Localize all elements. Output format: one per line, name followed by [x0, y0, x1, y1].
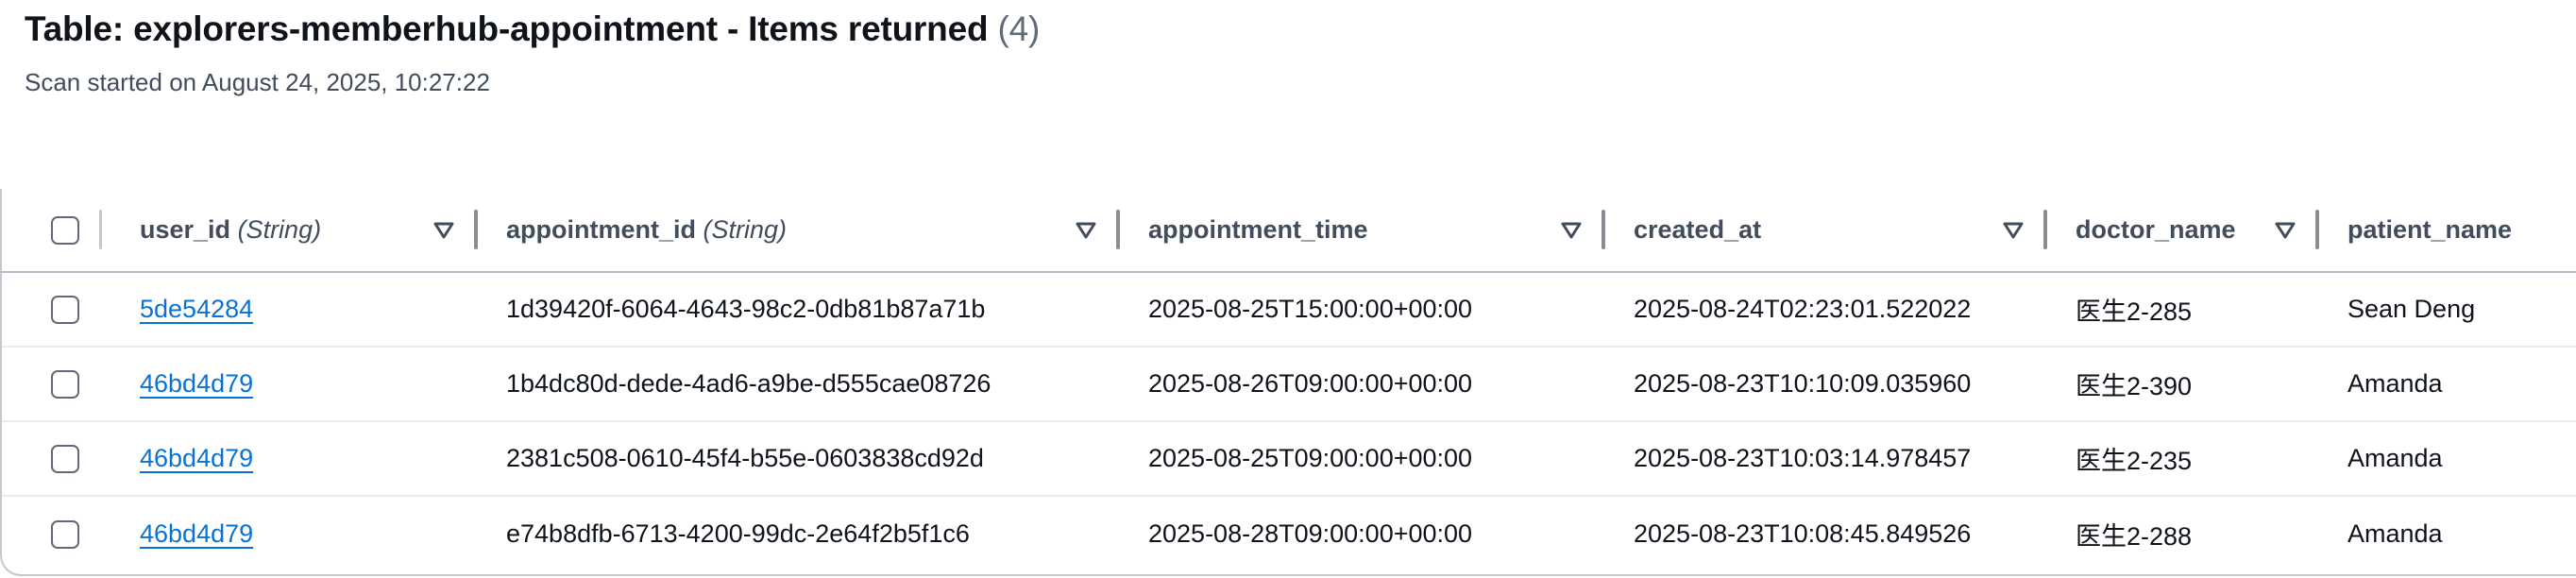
row-select-cell [2, 496, 111, 570]
row-select-cell [2, 347, 111, 422]
cell-appointment-id: 1d39420f-6064-4643-98c2-0db81b87a71b [478, 272, 1120, 348]
column-header-user-id[interactable]: user_id (String) [111, 189, 478, 273]
column-divider [99, 210, 102, 249]
select-all-header [2, 189, 111, 273]
cell-patient-name: Sean Deng [2319, 272, 2576, 348]
column-type: (String) [703, 215, 788, 244]
cell-user-id: 5de54284 [111, 272, 478, 348]
cell-patient-name: Amanda [2319, 421, 2576, 497]
cell-user-id: 46bd4d79 [111, 347, 478, 422]
scan-started-text: Scan started on August 24, 2025, 10:27:2… [25, 68, 490, 96]
row-select-checkbox[interactable] [51, 370, 79, 400]
column-name: appointment_time [1148, 215, 1368, 244]
page-title: Table: explorers-memberhub-appointment -… [25, 9, 1040, 49]
row-select-checkbox[interactable] [51, 519, 79, 549]
items-returned-page: Table: explorers-memberhub-appointment -… [0, 0, 2576, 578]
table-row[interactable]: 46bd4d79 2381c508-0610-45f4-b55e-0603838c… [2, 421, 2576, 497]
cell-patient-name: Amanda [2319, 347, 2576, 422]
cell-doctor-name: 医生2-390 [2047, 347, 2319, 422]
cell-user-id: 46bd4d79 [111, 421, 478, 497]
cell-doctor-name: 医生2-288 [2076, 521, 2193, 551]
column-header-label: created_at [1634, 215, 1991, 245]
column-name: patient_name [2347, 215, 2513, 244]
user-id-link[interactable]: 46bd4d79 [140, 369, 253, 398]
sort-down-triangle-icon[interactable] [1075, 221, 1097, 240]
cell-appointment-time: 2025-08-25T09:00:00+00:00 [1120, 421, 1605, 497]
column-header-label: appointment_time [1148, 215, 1549, 245]
column-header-created-at[interactable]: created_at [1605, 189, 2047, 273]
select-all-checkbox[interactable] [51, 215, 79, 245]
column-header-patient-name[interactable]: patient_name [2319, 189, 2576, 273]
table-row[interactable]: 46bd4d79 1b4dc80d-dede-4ad6-a9be-d555cae0… [2, 347, 2576, 422]
column-type: (String) [237, 215, 322, 244]
row-select-checkbox[interactable] [51, 296, 79, 325]
column-header-label: patient_name [2347, 215, 2576, 245]
cell-created-at: 2025-08-23T10:03:14.978457 [1605, 421, 2047, 497]
cell-patient-name: Amanda [2347, 518, 2443, 548]
column-header-appointment-id[interactable]: appointment_id (String) [478, 189, 1120, 273]
cell-appointment-time: 2025-08-26T09:00:00+00:00 [1120, 347, 1605, 422]
column-name: user_id [140, 215, 231, 244]
table-header-row: user_id (String) appointment_id (String) a… [2, 189, 2576, 273]
sort-down-triangle-icon[interactable] [2274, 221, 2296, 240]
item-count: (4) [997, 9, 1041, 48]
items-table: user_id (String) appointment_id (String) a… [2, 189, 2576, 570]
cell-appointment-id: 2381c508-0610-45f4-b55e-0603838cd92d [478, 421, 1120, 497]
table-row[interactable]: 5de54284 1d39420f-6064-4643-98c2-0db81b87… [2, 272, 2576, 348]
cell-doctor-name: 医生2-285 [2047, 272, 2319, 348]
cell-doctor-name: 医生2-235 [2047, 421, 2319, 497]
table-body: 5de54284 1d39420f-6064-4643-98c2-0db81b87… [2, 272, 2576, 570]
cell-created-at: 2025-08-23T10:10:09.035960 [1605, 347, 2047, 422]
items-table-container: user_id (String) appointment_id (String) a… [0, 189, 2576, 576]
table-row[interactable]: 46bd4d79 e74b8dfb-6713-4200-99dc-2e64f2b5… [2, 496, 2576, 570]
column-header-appointment-time[interactable]: appointment_time [1120, 189, 1605, 273]
column-header-label: appointment_id (String) [506, 215, 1063, 245]
row-select-checkbox[interactable] [51, 445, 79, 474]
table-title-text: Table: explorers-memberhub-appointment -… [25, 9, 989, 48]
sort-down-triangle-icon[interactable] [432, 221, 455, 240]
sort-down-triangle-icon[interactable] [2002, 221, 2025, 240]
cell-user-id: 46bd4d79 [111, 496, 478, 570]
column-header-label: doctor_name [2076, 215, 2262, 245]
cell-created-at: 2025-08-24T02:23:01.522022 [1605, 272, 2047, 348]
cell-appointment-id: 1b4dc80d-dede-4ad6-a9be-d555cae08726 [478, 347, 1120, 422]
column-header-label: user_id (String) [140, 215, 421, 245]
row-select-cell [2, 272, 111, 348]
column-header-doctor-name[interactable]: doctor_name [2047, 189, 2319, 273]
column-name: appointment_id [506, 215, 696, 244]
sort-down-triangle-icon[interactable] [1560, 221, 1583, 240]
cell-appointment-time: 2025-08-25T15:00:00+00:00 [1120, 272, 1605, 348]
cell-created-at: 2025-08-23T10:08:45.849526 [1634, 518, 1972, 548]
cell-appointment-id: e74b8dfb-6713-4200-99dc-2e64f2b5f1c6 [506, 518, 970, 548]
column-name: doctor_name [2076, 215, 2236, 244]
user-id-link[interactable]: 46bd4d79 [140, 444, 253, 472]
cell-appointment-time: 2025-08-28T09:00:00+00:00 [1148, 518, 1473, 548]
row-select-cell [2, 421, 111, 497]
column-name: created_at [1634, 215, 1762, 244]
user-id-link[interactable]: 46bd4d79 [140, 519, 253, 548]
user-id-link[interactable]: 5de54284 [140, 295, 253, 323]
